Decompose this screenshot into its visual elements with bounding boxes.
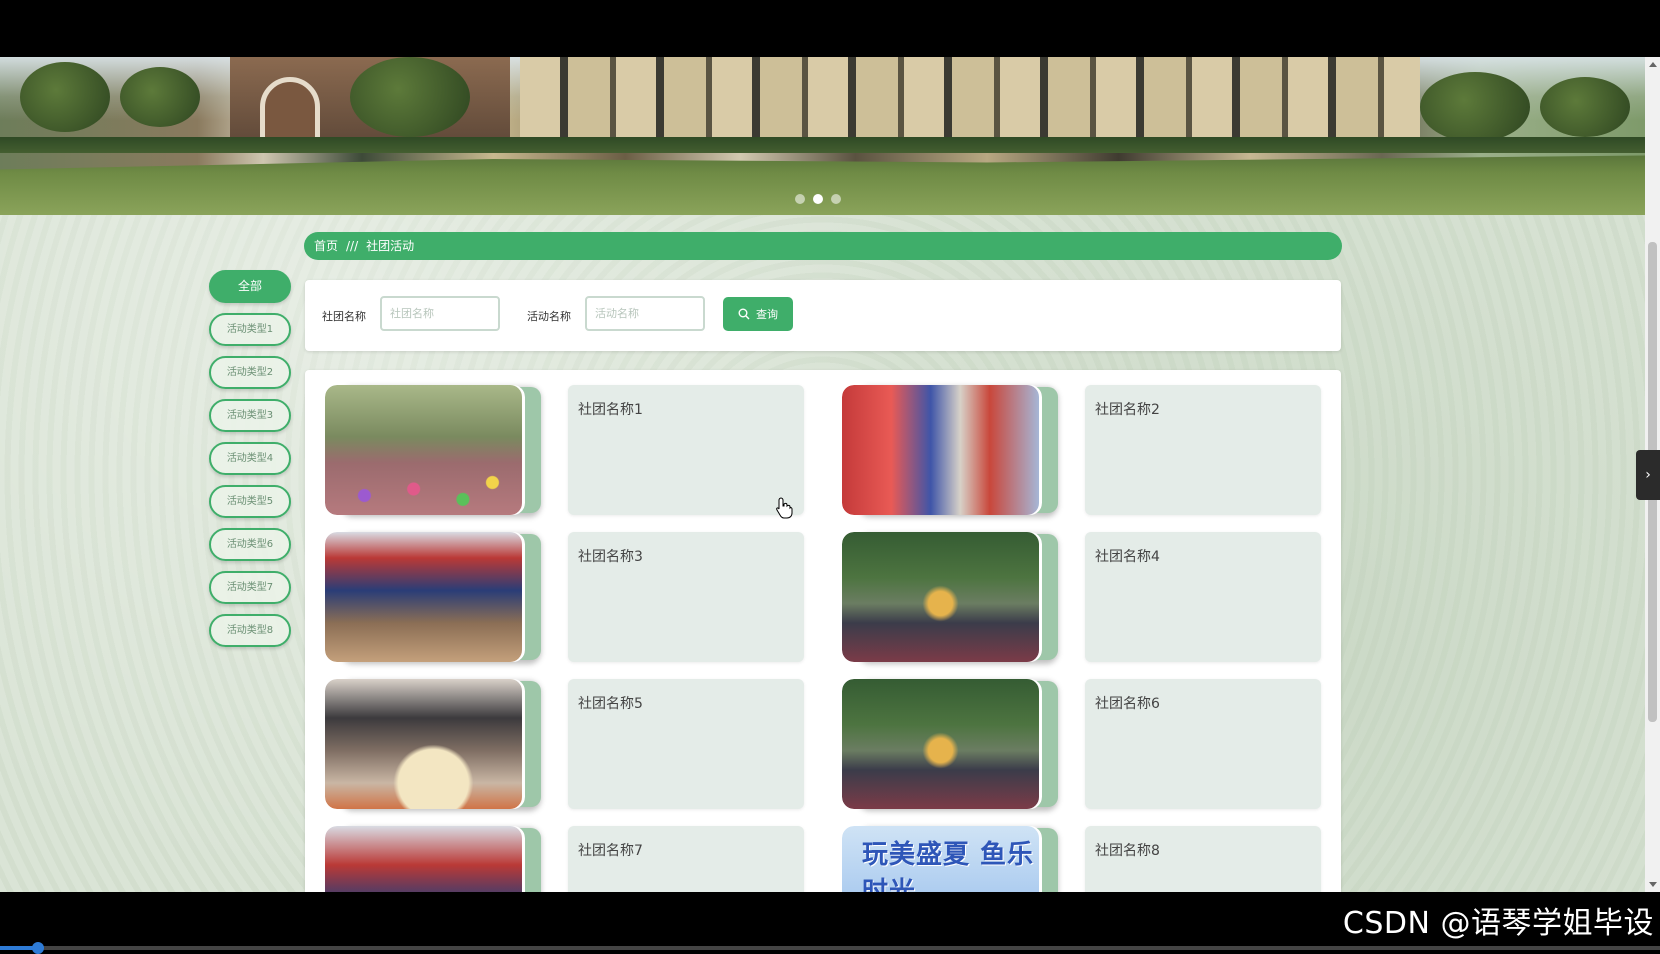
carousel-dot-active[interactable]: [813, 194, 823, 204]
activity-photo: [325, 679, 522, 809]
activity-card-image[interactable]: [325, 385, 525, 515]
club-name: 社团名称6: [1095, 696, 1160, 712]
banner-tree: [120, 67, 200, 127]
club-name: 社团名称4: [1095, 549, 1160, 565]
category-button[interactable]: 活动类型3: [209, 399, 291, 432]
side-panel-toggle[interactable]: ›: [1636, 450, 1660, 500]
activity-card[interactable]: 玩美盛夏 鱼乐时光 社团名称8: [842, 826, 1342, 892]
activity-card[interactable]: 社团名称1: [325, 385, 825, 515]
category-all-button[interactable]: 全部: [209, 270, 291, 303]
club-activity-list: 社团名称1 社团名称2 社团名称3 社团名称4 社团名称5 社团名称6 社团名称…: [305, 370, 1341, 892]
video-progress-bar[interactable]: [0, 942, 1660, 954]
search-button[interactable]: 查询: [723, 297, 793, 331]
category-button[interactable]: 活动类型5: [209, 485, 291, 518]
category-button[interactable]: 活动类型8: [209, 614, 291, 647]
hero-banner: [0, 57, 1645, 215]
top-black-bar: [0, 0, 1660, 57]
scroll-up-icon[interactable]: [1649, 62, 1657, 67]
activity-card-image[interactable]: [325, 679, 525, 809]
carousel-dot[interactable]: [831, 194, 841, 204]
activity-name-input[interactable]: [585, 296, 705, 331]
activity-card-image[interactable]: [842, 385, 1042, 515]
activity-card-info[interactable]: 社团名称5: [568, 679, 804, 809]
activity-card-image[interactable]: [842, 679, 1042, 809]
activity-card-image[interactable]: [325, 826, 525, 892]
club-name: 社团名称5: [578, 696, 643, 712]
activity-card[interactable]: 社团名称7: [325, 826, 825, 892]
club-name: 社团名称8: [1095, 843, 1160, 859]
activity-card[interactable]: 社团名称5: [325, 679, 825, 809]
club-name: 社团名称2: [1095, 402, 1160, 418]
activity-card-info[interactable]: 社团名称4: [1085, 532, 1321, 662]
category-button[interactable]: 活动类型2: [209, 356, 291, 389]
category-menu: 全部 活动类型1 活动类型2 活动类型3 活动类型4 活动类型5 活动类型6 活…: [209, 270, 291, 657]
scroll-down-icon[interactable]: [1649, 882, 1657, 887]
activity-photo: [325, 826, 522, 892]
activity-photo: [842, 679, 1039, 809]
activity-card-info[interactable]: 社团名称7: [568, 826, 804, 892]
activity-card-info[interactable]: 社团名称3: [568, 532, 804, 662]
category-button[interactable]: 活动类型4: [209, 442, 291, 475]
watermark-text: CSDN @语琴学姐毕设: [1342, 906, 1654, 941]
activity-name-label: 活动名称: [527, 310, 571, 323]
activity-card-info[interactable]: 社团名称6: [1085, 679, 1321, 809]
search-icon: [738, 308, 750, 320]
banner-tree: [350, 57, 470, 137]
activity-card-image[interactable]: [325, 532, 525, 662]
search-panel: 社团名称 活动名称 查询: [305, 280, 1341, 351]
breadcrumb-home[interactable]: 首页: [314, 239, 338, 253]
activity-card-info[interactable]: 社团名称1: [568, 385, 804, 515]
club-name: 社团名称1: [578, 402, 643, 418]
hand-cursor-icon: [776, 497, 793, 519]
activity-photo: [842, 532, 1039, 662]
activity-photo: 玩美盛夏 鱼乐时光: [842, 826, 1039, 892]
activity-photo-caption: 玩美盛夏 鱼乐时光: [862, 840, 1035, 892]
breadcrumb-separator: ///: [346, 239, 359, 253]
video-bottom-bar: CSDN @语琴学姐毕设: [0, 892, 1660, 954]
activity-card-image[interactable]: [842, 532, 1042, 662]
carousel-dots: [795, 194, 841, 204]
club-name: 社团名称7: [578, 843, 643, 859]
category-button[interactable]: 活动类型6: [209, 528, 291, 561]
activity-card-image[interactable]: 玩美盛夏 鱼乐时光: [842, 826, 1042, 892]
banner-building: [520, 57, 1420, 149]
breadcrumb-current: 社团活动: [366, 239, 415, 253]
activity-photo: [325, 532, 522, 662]
breadcrumb: 首页 /// 社团活动: [304, 232, 1342, 260]
activity-card[interactable]: 社团名称2: [842, 385, 1342, 515]
banner-hedge: [0, 137, 1645, 153]
activity-card[interactable]: 社团名称3: [325, 532, 825, 662]
category-button[interactable]: 活动类型7: [209, 571, 291, 604]
search-button-label: 查询: [756, 308, 778, 321]
activity-card-info[interactable]: 社团名称8: [1085, 826, 1321, 892]
activity-card-info[interactable]: 社团名称2: [1085, 385, 1321, 515]
activity-photo: [325, 385, 522, 515]
banner-lawn: [0, 155, 1645, 215]
activity-card[interactable]: 社团名称6: [842, 679, 1342, 809]
club-name-label: 社团名称: [322, 310, 366, 323]
activity-photo: [842, 385, 1039, 515]
banner-tree: [1420, 72, 1530, 142]
page-viewport: 首页 /// 社团活动 全部 活动类型1 活动类型2 活动类型3 活动类型4 活动类…: [0, 57, 1645, 892]
activity-card[interactable]: 社团名称4: [842, 532, 1342, 662]
category-button[interactable]: 活动类型1: [209, 313, 291, 346]
chevron-right-icon: ›: [1645, 467, 1651, 483]
banner-tree: [1540, 77, 1630, 137]
club-name: 社团名称3: [578, 549, 643, 565]
carousel-dot[interactable]: [795, 194, 805, 204]
club-name-input[interactable]: [380, 296, 500, 331]
video-progress-knob[interactable]: [32, 942, 44, 954]
banner-tree: [20, 62, 110, 132]
